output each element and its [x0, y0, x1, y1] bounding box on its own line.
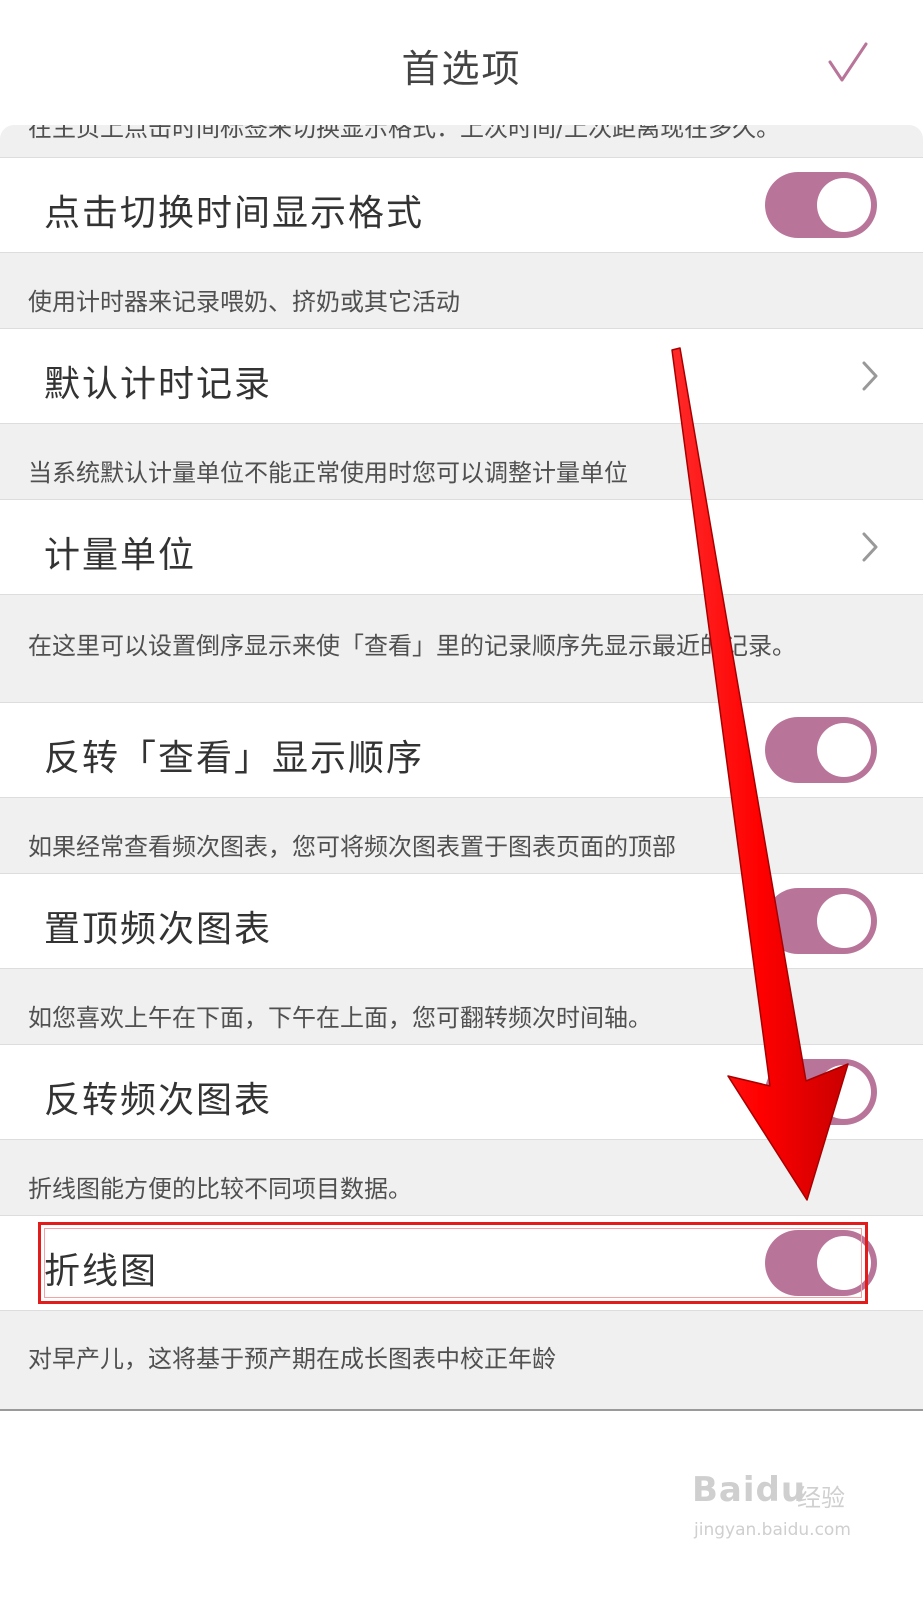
toggle-knob — [817, 178, 871, 232]
setting-row-toggle-time-format[interactable]: 点击切换时间显示格式 — [0, 157, 923, 253]
toggle-switch-pin-frequency[interactable] — [765, 888, 877, 954]
preferences-list[interactable]: 在主页上点击时间标签来切换显示格式：上次时间/上次距离现在多久。 点击切换时间显… — [0, 125, 923, 1411]
chevron-right-icon — [862, 361, 878, 391]
section-hint-time-format: 在主页上点击时间标签来切换显示格式：上次时间/上次距离现在多久。 — [28, 125, 781, 142]
section-hint-units: 当系统默认计量单位不能正常使用时您可以调整计量单位 — [28, 459, 628, 487]
setting-label: 反转「查看」显示顺序 — [44, 738, 425, 779]
watermark-suffix: 经验 — [797, 1484, 845, 1512]
toggle-knob — [817, 1065, 871, 1119]
section-hint-reverse-view: 在这里可以设置倒序显示来使「查看」里的记录顺序先显示最近的记录。 — [28, 632, 796, 660]
toggle-switch-line-chart[interactable] — [765, 1230, 877, 1296]
toggle-switch-time-format[interactable] — [765, 172, 877, 238]
setting-label: 计量单位 — [44, 535, 197, 576]
section-hint-premature-age: 对早产儿，这将基于预产期在成长图表中校正年龄 — [28, 1345, 556, 1373]
setting-label: 点击切换时间显示格式 — [44, 193, 425, 234]
page-title: 首选项 — [401, 47, 522, 91]
setting-label: 默认计时记录 — [44, 364, 273, 405]
toggle-knob — [817, 894, 871, 948]
top-bar: 首选项 — [0, 0, 923, 128]
baidu-watermark: Baidu 经验 jingyan.baidu.com — [692, 1470, 872, 1550]
section-hint-default-timer: 使用计时器来记录喂奶、挤奶或其它活动 — [28, 288, 460, 316]
setting-row-units[interactable]: 计量单位 — [0, 499, 923, 595]
chevron-right-icon — [862, 532, 878, 562]
watermark-brand: Baidu — [692, 1470, 807, 1510]
setting-row-default-timer[interactable]: 默认计时记录 — [0, 328, 923, 424]
setting-label: 置顶频次图表 — [44, 909, 273, 950]
section-hint-pin-frequency: 如果经常查看频次图表，您可将频次图表置于图表页面的顶部 — [28, 833, 676, 861]
setting-label: 折线图 — [44, 1251, 159, 1292]
setting-row-reverse-view[interactable]: 反转「查看」显示顺序 — [0, 702, 923, 798]
section-hint-reverse-frequency: 如您喜欢上午在下面，下午在上面，您可翻转频次时间轴。 — [28, 1004, 652, 1032]
toggle-knob — [817, 723, 871, 777]
toggle-knob — [817, 1236, 871, 1290]
setting-row-line-chart[interactable]: 折线图 — [0, 1215, 923, 1311]
toggle-switch-reverse-view[interactable] — [765, 717, 877, 783]
setting-label: 反转频次图表 — [44, 1080, 273, 1121]
checkmark-icon[interactable] — [828, 40, 868, 84]
section-hint-line-chart: 折线图能方便的比较不同项目数据。 — [28, 1175, 412, 1203]
toggle-switch-reverse-frequency[interactable] — [765, 1059, 877, 1125]
setting-row-reverse-frequency[interactable]: 反转频次图表 — [0, 1044, 923, 1140]
setting-row-pin-frequency[interactable]: 置顶频次图表 — [0, 873, 923, 969]
watermark-url: jingyan.baidu.com — [694, 1520, 851, 1540]
